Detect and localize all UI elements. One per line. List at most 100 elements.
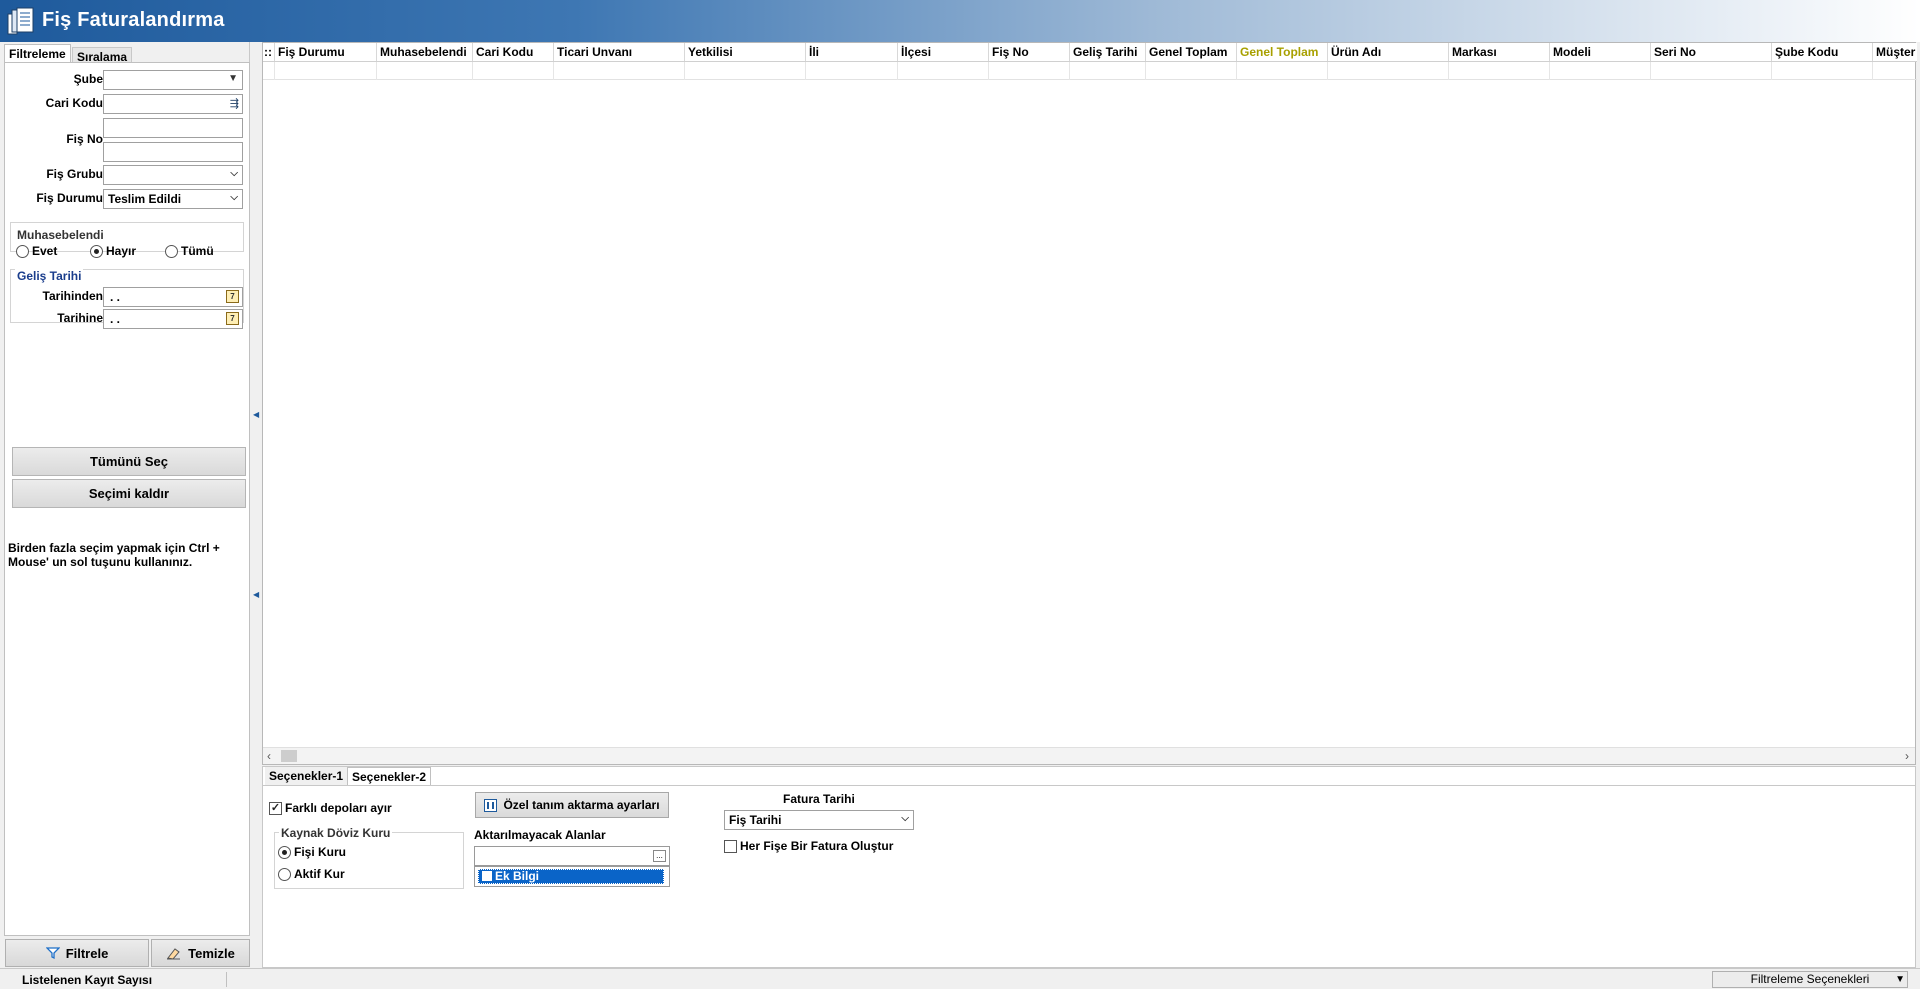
cari-kodu-input[interactable]: ⇶ xyxy=(103,94,243,114)
checkbox-label: Her Fişe Bir Fatura Oluştur xyxy=(740,839,894,853)
calendar-icon[interactable]: 7 xyxy=(226,290,239,303)
aktarilmayacak-input[interactable]: ... xyxy=(474,846,670,866)
radio-label: Tümü xyxy=(181,244,214,258)
column-header[interactable]: Şube Kodu xyxy=(1772,43,1873,61)
fis-no-to-input[interactable] xyxy=(103,142,243,162)
kaynak-doviz-title: Kaynak Döviz Kuru xyxy=(279,826,393,840)
sube-select[interactable]: ▼ xyxy=(103,70,243,90)
column-header[interactable]: Modeli xyxy=(1550,43,1651,61)
column-header[interactable]: Seri No xyxy=(1651,43,1772,61)
column-header[interactable]: Fiş No xyxy=(989,43,1070,61)
lookup-icon[interactable]: ⇶ xyxy=(230,97,239,110)
radio-label: Evet xyxy=(32,244,58,258)
fis-durumu-value: Teslim Edildi xyxy=(108,192,182,206)
checkbox-icon xyxy=(482,871,492,881)
column-header[interactable]: Ticari Unvanı xyxy=(554,43,685,61)
fatura-tarihi-value: Fiş Tarihi xyxy=(729,813,782,827)
chevron-down-icon: ⌵ xyxy=(230,168,238,179)
column-header[interactable]: Yetkilisi xyxy=(685,43,806,61)
column-header-highlighted[interactable]: Genel Toplam xyxy=(1237,43,1328,61)
clear-selection-button[interactable]: Seçimi kaldır xyxy=(12,479,246,508)
fis-no-from-input[interactable] xyxy=(103,118,243,138)
funnel-icon xyxy=(45,947,60,960)
her-fise-checkbox[interactable]: Her Fişe Bir Fatura Oluştur xyxy=(724,839,893,853)
column-header[interactable]: Cari Kodu xyxy=(473,43,554,61)
scroll-thumb[interactable] xyxy=(281,750,297,762)
panel-splitter[interactable]: ◀ ◀ xyxy=(251,42,260,936)
checkbox-checked-icon: ✓ xyxy=(269,801,282,815)
aktarilmayacak-title: Aktarılmayacak Alanlar xyxy=(474,828,606,842)
tarihine-label: Tarihine xyxy=(57,311,103,325)
column-header[interactable]: İli xyxy=(806,43,898,61)
fatura-tarihi-title: Fatura Tarihi xyxy=(783,792,855,806)
radio-icon xyxy=(165,244,178,258)
tarihine-input[interactable]: . . 7 xyxy=(103,309,243,329)
list-item[interactable]: Ek Bilgi xyxy=(478,869,664,884)
muhasebelendi-tumu-radio[interactable]: Tümü xyxy=(165,244,214,258)
fis-grubu-label: Fiş Grubu xyxy=(46,167,103,181)
radio-selected-icon xyxy=(90,244,103,258)
calendar-icon[interactable]: 7 xyxy=(226,312,239,325)
tarihinden-value: . . xyxy=(110,290,121,304)
aktif-kur-radio[interactable]: Aktif Kur xyxy=(278,867,345,881)
scroll-left-icon[interactable]: ‹ xyxy=(267,749,271,763)
farkli-depolar-checkbox[interactable]: ✓ Farklı depoları ayır xyxy=(269,801,392,815)
app-logo-icon xyxy=(7,7,34,35)
muhasebelendi-evet-radio[interactable]: Evet xyxy=(16,244,57,258)
filter-button-label: Filtrele xyxy=(65,945,109,961)
filter-button[interactable]: Filtrele xyxy=(5,939,149,967)
eraser-icon xyxy=(167,948,181,960)
settings-grid-icon xyxy=(484,798,498,812)
column-header[interactable]: Genel Toplam xyxy=(1146,43,1237,61)
column-header[interactable]: İlçesi xyxy=(898,43,989,61)
tab-secenekler-1[interactable]: Seçenekler-1 xyxy=(265,767,348,785)
horizontal-scrollbar[interactable]: ‹ › xyxy=(263,747,1915,764)
aktarilmayacak-list[interactable]: Ek Bilgi xyxy=(474,866,670,887)
column-header[interactable]: Markası xyxy=(1449,43,1550,61)
fis-durumu-select[interactable]: Teslim Edildi ⌵ xyxy=(103,189,243,209)
data-grid[interactable]: :: Fiş Durumu Muhasebelendi Cari Kodu Ti… xyxy=(262,42,1917,765)
table-row[interactable] xyxy=(263,62,1917,80)
filter-panel: Filtreleme Sıralama Şube ▼ Cari Kodu ⇶ F… xyxy=(4,42,250,967)
grid-header: :: Fiş Durumu Muhasebelendi Cari Kodu Ti… xyxy=(263,43,1917,62)
ellipsis-button-icon[interactable]: ... xyxy=(653,850,666,862)
tab-filtreleme[interactable]: Filtreleme xyxy=(4,44,71,62)
fis-grubu-select[interactable]: ⌵ xyxy=(103,165,243,185)
column-header[interactable]: Geliş Tarihi xyxy=(1070,43,1146,61)
column-header[interactable]: Ürün Adı xyxy=(1328,43,1449,61)
filter-options-button[interactable]: Filtreleme Seçenekleri ▼ xyxy=(1712,971,1908,988)
muhasebelendi-title: Muhasebelendi xyxy=(15,228,106,242)
ozel-tanim-label: Özel tanım aktarma ayarları xyxy=(503,798,660,812)
scroll-right-icon[interactable]: › xyxy=(1905,749,1909,763)
status-bar: Listelenen Kayıt Sayısı Filtreleme Seçen… xyxy=(0,968,1920,989)
list-item-label: Ek Bilgi xyxy=(495,869,540,883)
tarihinden-input[interactable]: . . 7 xyxy=(103,287,243,307)
chevron-down-icon: ⌵ xyxy=(901,813,909,824)
column-header[interactable]: Fiş Durumu xyxy=(275,43,377,61)
select-all-button[interactable]: Tümünü Seç xyxy=(12,447,246,476)
ozel-tanim-button[interactable]: Özel tanım aktarma ayarları xyxy=(475,792,669,818)
radio-icon xyxy=(16,244,29,258)
fis-durumu-label: Fiş Durumu xyxy=(36,191,103,205)
collapse-left-icon[interactable]: ◀ xyxy=(253,406,259,424)
radio-label: Hayır xyxy=(106,244,137,258)
tab-secenekler-2[interactable]: Seçenekler-2 xyxy=(347,767,432,785)
collapse-left-icon[interactable]: ◀ xyxy=(253,586,259,604)
selection-hint: Birden fazla seçim yapmak için Ctrl + Mo… xyxy=(8,541,220,569)
row-indicator-header[interactable]: :: xyxy=(263,43,275,61)
fisi-kuru-radio[interactable]: Fişi Kuru xyxy=(278,845,346,859)
options-panel: Seçenekler-1 Seçenekler-2 ✓ Farklı depol… xyxy=(262,766,1916,968)
muhasebelendi-hayir-radio[interactable]: Hayır xyxy=(90,244,136,258)
dropdown-arrow-icon: ▼ xyxy=(1895,974,1905,985)
fatura-tarihi-select[interactable]: Fiş Tarihi ⌵ xyxy=(724,810,914,830)
column-header[interactable]: Müşter xyxy=(1873,43,1917,61)
tarihinden-label: Tarihinden xyxy=(42,289,103,303)
tarihine-value: . . xyxy=(110,312,121,326)
checkbox-label: Farklı depoları ayır xyxy=(285,801,392,815)
filter-options-label: Filtreleme Seçenekleri xyxy=(1750,972,1870,986)
radio-label: Aktif Kur xyxy=(294,867,345,881)
cari-kodu-label: Cari Kodu xyxy=(45,96,103,110)
clear-button[interactable]: Temizle xyxy=(151,939,250,967)
gelis-tarihi-title: Geliş Tarihi xyxy=(15,269,84,283)
column-header[interactable]: Muhasebelendi xyxy=(377,43,473,61)
